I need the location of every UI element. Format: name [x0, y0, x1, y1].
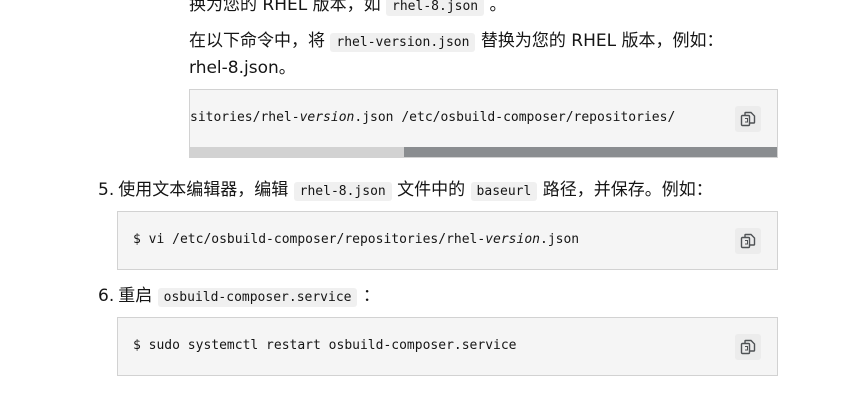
code-block-step5-text: $ vi /etc/osbuild-composer/repositories/… [133, 232, 580, 247]
step6-text: 6. 重启 osbuild-composer.service ： [98, 286, 380, 307]
inline-code-rhel-version: rhel-version.json [330, 33, 476, 52]
code-block-step4-text: sitories/rhel-version.json /etc/osbuild-… [190, 110, 676, 125]
copy-icon [740, 111, 756, 127]
code-block-step6-text: $ sudo systemctl restart osbuild-compose… [133, 338, 517, 353]
scrollbar-thumb[interactable] [404, 147, 777, 157]
inline-code-baseurl: baseurl [470, 182, 538, 201]
inline-code-rhel8-step5: rhel-8.json [293, 182, 392, 201]
step4-text-line2: 在以下命令中，将 rhel-version.json 替换为您的 RHEL 版本… [189, 31, 724, 52]
code-block-step4: sitories/rhel-version.json /etc/osbuild-… [189, 89, 778, 158]
copy-icon [740, 233, 756, 249]
step4-text-line1: 换为您的 RHEL 版本，如 rhel-8.json 。 [189, 0, 507, 18]
code-block-step5: $ vi /etc/osbuild-composer/repositories/… [117, 211, 778, 270]
horizontal-scrollbar[interactable] [190, 147, 777, 157]
copy-button-step5[interactable] [735, 228, 761, 254]
step4-text-line3: rhel-8.json。 [189, 58, 296, 78]
inline-code-rhel8: rhel-8.json [386, 0, 485, 16]
copy-button-step4[interactable] [735, 106, 761, 132]
copy-button-step6[interactable] [735, 334, 761, 360]
inline-code-service: osbuild-composer.service [157, 288, 358, 307]
code-block-step6: $ sudo systemctl restart osbuild-compose… [117, 317, 778, 376]
step5-text: 5. 使用文本编辑器，编辑 rhel-8.json 文件中的 baseurl 路径… [98, 180, 713, 201]
copy-icon [740, 339, 756, 355]
